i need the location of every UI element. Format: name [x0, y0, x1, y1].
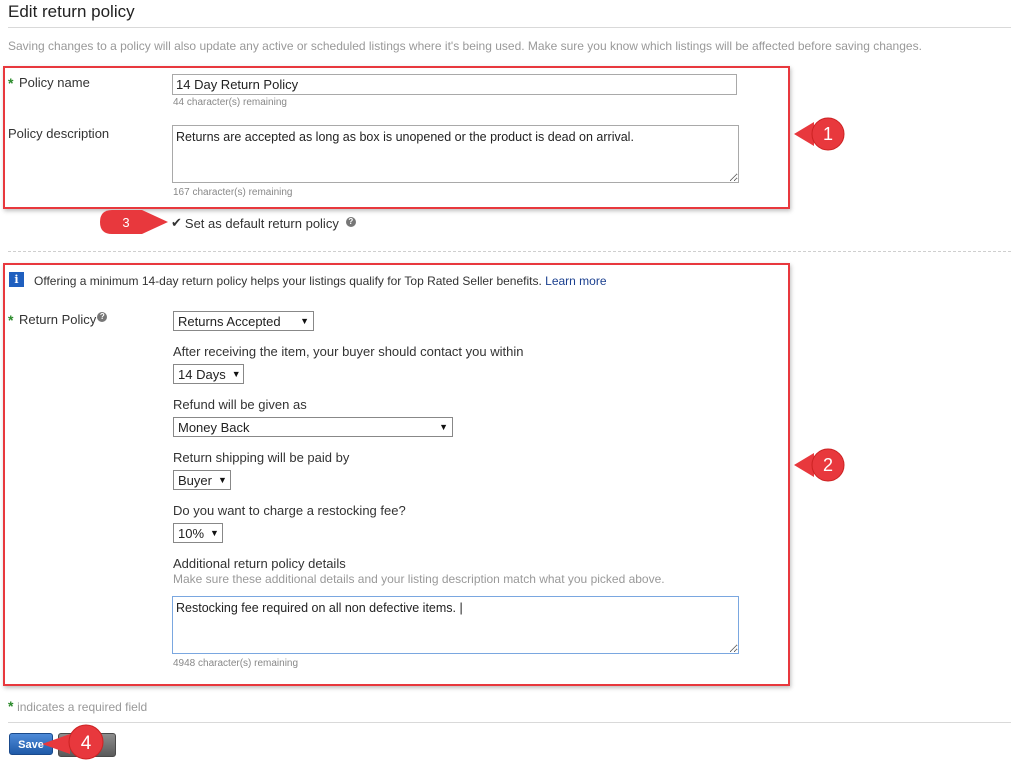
- top-rated-notice: Offering a minimum 14-day return policy …: [34, 274, 607, 288]
- default-policy-checkbox[interactable]: ✔ Set as default return policy ?: [171, 215, 356, 231]
- policy-description-label: Policy description: [8, 126, 110, 141]
- section-divider: [8, 251, 1011, 252]
- callout-3: 3: [100, 210, 168, 234]
- callout-1: 1: [794, 117, 845, 151]
- policy-description-remaining: 167 character(s) remaining: [173, 187, 293, 198]
- policy-name-label: Policy name: [19, 75, 90, 90]
- callout-2: 2: [794, 448, 845, 482]
- return-policy-select[interactable]: Returns Accepted ▼: [173, 311, 314, 331]
- contact-window-select[interactable]: 14 Days ▼: [173, 364, 244, 384]
- required-star: *: [8, 312, 14, 328]
- default-policy-label: Set as default return policy: [184, 215, 339, 231]
- return-policy-label: Return Policy?: [19, 312, 108, 327]
- footer-divider: [8, 722, 1011, 723]
- callout-3-label: 3: [122, 215, 129, 230]
- additional-details-hint: Make sure these additional details and y…: [173, 572, 665, 586]
- dropdown-arrow-icon: ▼: [210, 528, 219, 538]
- help-icon[interactable]: ?: [97, 312, 108, 322]
- restocking-fee-label: Do you want to charge a restocking fee?: [173, 503, 406, 518]
- required-star: *: [8, 698, 14, 714]
- required-field-note: * indicates a required field: [8, 698, 148, 714]
- info-icon: i: [9, 272, 24, 287]
- dropdown-arrow-icon: ▼: [231, 369, 241, 379]
- title-divider: [8, 27, 1011, 28]
- dropdown-arrow-icon: ▼: [439, 422, 448, 432]
- return-shipping-select[interactable]: Buyer ▼: [173, 470, 231, 490]
- dropdown-arrow-icon: ▼: [217, 475, 227, 485]
- additional-details-remaining: 4948 character(s) remaining: [173, 658, 299, 669]
- help-icon[interactable]: ?: [345, 216, 356, 227]
- save-notice: Saving changes to a policy will also upd…: [8, 39, 922, 53]
- policy-name-input[interactable]: [172, 74, 737, 95]
- dropdown-arrow-icon: ▼: [300, 316, 309, 326]
- callout-1-label: 1: [823, 124, 833, 144]
- contact-window-label: After receiving the item, your buyer sho…: [173, 344, 524, 359]
- refund-type-select[interactable]: Money Back ▼: [173, 417, 453, 437]
- return-shipping-label: Return shipping will be paid by: [173, 450, 350, 465]
- callout-2-label: 2: [823, 455, 833, 475]
- additional-details-label: Additional return policy details: [173, 556, 346, 571]
- callout-4: 4: [42, 724, 104, 760]
- additional-details-input[interactable]: Restocking fee required on all non defec…: [172, 596, 739, 654]
- policy-name-remaining: 44 character(s) remaining: [173, 97, 287, 108]
- restocking-fee-select[interactable]: 10% ▼: [173, 523, 223, 543]
- callout-4-label: 4: [81, 733, 92, 754]
- refund-type-label: Refund will be given as: [173, 397, 307, 412]
- policy-description-input[interactable]: Returns are accepted as long as box is u…: [172, 125, 739, 183]
- required-star: *: [8, 75, 14, 91]
- page-title: Edit return policy: [8, 2, 135, 21]
- check-icon: ✔: [171, 215, 182, 230]
- learn-more-link[interactable]: Learn more: [545, 274, 606, 288]
